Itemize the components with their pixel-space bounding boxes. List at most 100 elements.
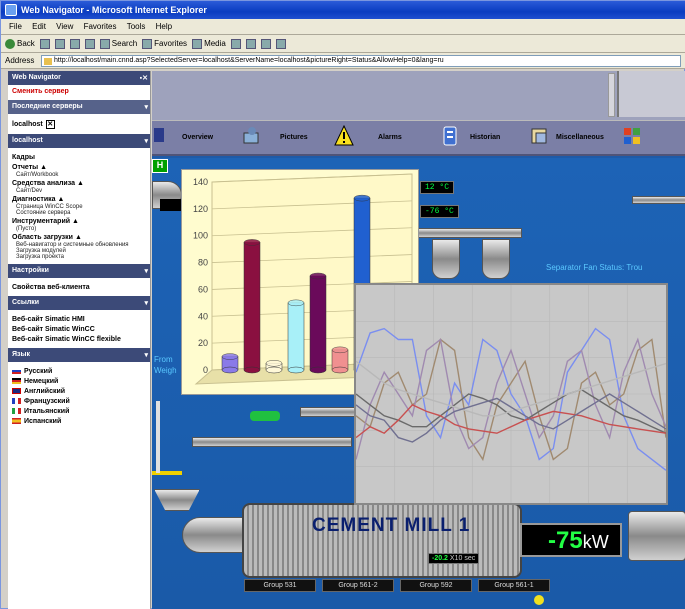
edit-icon[interactable] (275, 38, 286, 49)
hopper-1 (432, 239, 460, 279)
group-561-2-button[interactable]: Group 561-2 (322, 579, 394, 592)
analysis-item[interactable]: Средства анализа ▲ (8, 178, 150, 188)
forward-icon[interactable] (39, 38, 50, 49)
separator-status-text: Separator Fan Status: Trou (546, 263, 643, 272)
back-button[interactable]: Back (5, 38, 35, 49)
menu-favorites[interactable]: Favorites (84, 22, 117, 31)
close-icon[interactable]: ▪✕ (140, 74, 148, 82)
menu-tools[interactable]: Tools (127, 22, 146, 31)
back-label: Back (17, 39, 35, 48)
home-icon[interactable] (84, 38, 95, 49)
analysis-label: Средства анализа (12, 180, 75, 187)
kadry-item[interactable]: Кадры (8, 152, 150, 162)
favorites-button[interactable]: Favorites (142, 38, 187, 49)
recent-server-item[interactable]: localhost ✕ (8, 118, 150, 130)
download-item[interactable]: Область загрузки ▲ (8, 232, 150, 242)
temp-display-2: -76 °C (420, 205, 459, 218)
link-simatic-hmi[interactable]: Веб-сайт Simatic HMI (8, 314, 150, 324)
menu-view[interactable]: View (56, 22, 73, 31)
tools-item[interactable]: Инструментарий ▲ (8, 216, 150, 226)
nav-miscellaneous[interactable]: Miscellaneous (556, 134, 604, 141)
nav-overview[interactable]: Overview (182, 134, 213, 141)
collapse-icon[interactable]: ▾ (144, 267, 148, 275)
top-header-pipe (418, 228, 522, 238)
bar-cap (353, 194, 371, 202)
nav-alarms[interactable]: Alarms (378, 134, 402, 141)
collapse-icon[interactable]: ▾ (144, 137, 148, 145)
history-icon[interactable] (230, 38, 241, 49)
flag-it-icon (12, 408, 21, 415)
scrollbar[interactable] (608, 73, 615, 117)
lang-label: Немецкий (24, 378, 59, 385)
expand-icon: ▲ (40, 164, 48, 171)
lang-italian[interactable]: Итальянский (8, 406, 150, 416)
lang-french[interactable]: Французский (8, 396, 150, 406)
y-tick-label: 100 (193, 231, 208, 241)
sidebar-header-label: Последние серверы (12, 103, 83, 110)
search-button[interactable]: Search (99, 38, 138, 49)
collapse-icon[interactable]: ▾ (144, 351, 148, 359)
collapse-icon[interactable]: ▾ (144, 299, 148, 307)
remove-icon[interactable]: ✕ (45, 120, 55, 129)
download-sub-project[interactable]: Загрузка проекта (8, 254, 150, 260)
small-unit: X10 sec (449, 555, 476, 562)
mail-icon[interactable] (245, 38, 256, 49)
historian-icon[interactable] (440, 125, 460, 147)
green-motor-icon[interactable] (250, 411, 280, 421)
windows-icon[interactable] (622, 125, 642, 147)
lang-german[interactable]: Немецкий (8, 376, 150, 386)
menu-edit[interactable]: Edit (32, 22, 46, 31)
address-label: Address (5, 56, 35, 65)
bar-base (309, 366, 327, 374)
reports-item[interactable]: Отчеты ▲ (8, 162, 150, 172)
lang-russian[interactable]: Русский (8, 366, 150, 376)
settings-section: Свойства веб-клиента (8, 278, 150, 296)
client-properties-link[interactable]: Свойства веб-клиента (8, 282, 150, 292)
sidebar-header-label: Ссылки (12, 299, 40, 306)
nav-pictures[interactable]: Pictures (280, 134, 308, 141)
address-input[interactable]: http://localhost/main.cnnd.asp?SelectedS… (41, 55, 681, 67)
feed-pipe (192, 437, 352, 447)
bar-cap (243, 239, 261, 246)
h-indicator[interactable]: H (152, 159, 168, 173)
group-buttons: Group 531 Group 561-2 Group 592 Group 56… (244, 579, 550, 592)
group-531-button[interactable]: Group 531 (244, 579, 316, 592)
download-label: Область загрузки (12, 234, 73, 241)
y-tick-label: 140 (193, 177, 208, 187)
sidebar-header-settings: Настройки ▾ (8, 264, 150, 278)
links-section: Веб-сайт Simatic HMI Веб-сайт Simatic Wi… (8, 310, 150, 348)
top-right-frame (617, 71, 685, 117)
alarm-warning-icon[interactable] (334, 125, 354, 147)
wincc-navbar: Overview Pictures Alarms Historian Misce… (152, 120, 685, 156)
group-592-button[interactable]: Group 592 (400, 579, 472, 592)
nav-historian[interactable]: Historian (470, 134, 500, 141)
window-title: Web Navigator - Microsoft Internet Explo… (21, 5, 207, 15)
menu-help[interactable]: Help (156, 22, 172, 31)
sidebar-header-language: Язык ▾ (8, 348, 150, 362)
print-icon[interactable] (260, 38, 271, 49)
pictures-icon[interactable] (242, 125, 262, 147)
link-simatic-wincc-flexible[interactable]: Веб-сайт Simatic WinCC flexible (8, 334, 150, 344)
link-simatic-wincc[interactable]: Веб-сайт Simatic WinCC (8, 324, 150, 334)
media-icon (192, 38, 203, 49)
diagnostics-item[interactable]: Диагностика ▲ (8, 194, 150, 204)
mill-outlet (628, 511, 685, 561)
search-label: Search (111, 39, 138, 48)
media-button[interactable]: Media (192, 38, 226, 49)
bar-cap (331, 346, 349, 354)
lang-english[interactable]: Английский (8, 386, 150, 396)
collapse-icon[interactable]: ▾ (144, 103, 148, 111)
menu-file[interactable]: File (9, 22, 22, 31)
change-server-link[interactable]: Сменить сервер (8, 85, 150, 100)
miscellaneous-icon[interactable] (530, 125, 550, 147)
temp-display-1: 12 °C (420, 181, 455, 194)
lang-label: Испанский (24, 418, 62, 425)
stop-icon[interactable] (54, 38, 65, 49)
group-561-1-button[interactable]: Group 561-1 (478, 579, 550, 592)
sidebar-header-navigator: Web Navigator ▪✕ (8, 71, 150, 85)
sidebar: Web Navigator ▪✕ Сменить сервер Последни… (8, 71, 151, 609)
lang-spanish[interactable]: Испанский (8, 416, 150, 426)
refresh-icon[interactable] (69, 38, 80, 49)
expand-icon: ▲ (57, 196, 65, 203)
vertical-feed-line (156, 401, 160, 473)
